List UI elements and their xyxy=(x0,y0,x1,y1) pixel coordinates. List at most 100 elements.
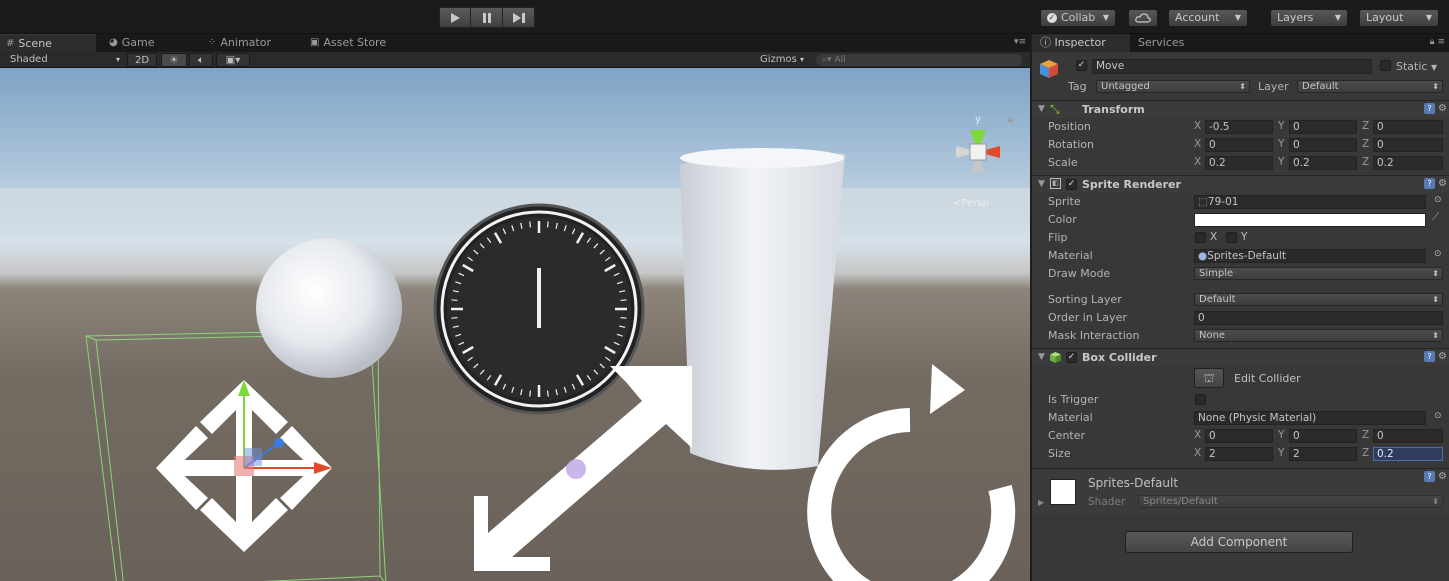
collider-material-row: Material None (Physic Material) ⊙ xyxy=(1032,409,1449,427)
collider-material-field[interactable]: None (Physic Material) xyxy=(1194,411,1426,425)
tag-dropdown[interactable]: Untagged ⬍ xyxy=(1096,80,1250,93)
transform-rotation-x-input[interactable]: 0 xyxy=(1205,138,1273,152)
transform-scale-y-input[interactable]: 0.2 xyxy=(1289,156,1357,170)
axis-y-label: Y xyxy=(1278,156,1285,168)
sprite-field[interactable]: ⬚79-01 xyxy=(1194,195,1426,209)
account-dropdown[interactable]: Account ▼ xyxy=(1168,9,1248,27)
help-icon[interactable]: ? xyxy=(1424,178,1436,189)
transform-position-row: Position X -0.5 Y 0 Z 0 xyxy=(1032,118,1449,136)
scene-viewport[interactable]: y <Persp 🔒︎ xyxy=(0,68,1030,581)
flip-x-checkbox[interactable] xyxy=(1195,232,1206,243)
transform-position-label: Position xyxy=(1048,120,1091,133)
sorting-layer-dropdown[interactable]: Default ⬍ xyxy=(1194,293,1443,306)
collider-center-z-input[interactable]: 0 xyxy=(1373,429,1443,443)
effects-dropdown[interactable]: ▣▾ xyxy=(216,53,250,67)
mask-interaction-dropdown[interactable]: None ⬍ xyxy=(1194,329,1443,342)
play-button[interactable] xyxy=(439,7,471,28)
gear-icon[interactable]: ⚙ xyxy=(1438,471,1447,482)
object-name-value: Move xyxy=(1096,60,1125,72)
scene-search-input[interactable]: ⌕▾ All xyxy=(816,54,1022,66)
rotate-arrow-sprite[interactable] xyxy=(807,364,1016,581)
help-icon[interactable]: ? xyxy=(1424,103,1436,114)
collab-dropdown[interactable]: ✓ Collab ▼ xyxy=(1040,9,1116,27)
box-collider-header[interactable]: ▼ ✓ Box Collider ? ⚙ xyxy=(1032,348,1449,366)
object-name-input[interactable]: Move xyxy=(1092,59,1372,74)
object-picker-icon[interactable]: ⊙ xyxy=(1434,249,1442,259)
sprite-material-row: Material ●Sprites-Default ⊙ xyxy=(1032,247,1449,265)
collider-size-y-input[interactable]: 2 xyxy=(1289,447,1357,461)
edit-bounds-icon: ⛫ xyxy=(1203,371,1215,385)
audio-toggle[interactable]: 🔈︎ xyxy=(189,53,213,67)
color-swatch[interactable] xyxy=(1194,213,1426,227)
tab-services[interactable]: Services xyxy=(1138,34,1218,52)
transform-header[interactable]: ▼ ⤡ Transform ? ⚙ xyxy=(1032,100,1449,118)
help-icon[interactable]: ? xyxy=(1424,471,1436,482)
shading-mode-dropdown[interactable]: Shaded ▾ xyxy=(10,53,120,67)
edit-collider-button[interactable]: ⛫ xyxy=(1194,368,1224,388)
transform-position-z-input[interactable]: 0 xyxy=(1373,120,1443,134)
tab-animator[interactable]: ⁘ Animator xyxy=(202,34,302,52)
toggle-2d-button[interactable]: 2D xyxy=(127,53,157,67)
info-icon: ⓘ xyxy=(1040,36,1055,49)
transform-rotation-y-input[interactable]: 0 xyxy=(1289,138,1357,152)
step-button[interactable] xyxy=(503,7,535,28)
pause-button[interactable] xyxy=(471,7,503,28)
sphere-object[interactable] xyxy=(256,238,402,378)
clock-sprite[interactable] xyxy=(433,203,645,415)
inspector-panel: ⓘ Inspector Services 🔒︎ ≡ ✓ Move Static … xyxy=(1032,34,1449,581)
transform-rotation-z-input[interactable]: 0 xyxy=(1373,138,1443,152)
sprite-material-field[interactable]: ●Sprites-Default xyxy=(1194,249,1426,263)
gear-icon[interactable]: ⚙ xyxy=(1438,103,1447,114)
persp-text: Persp xyxy=(961,198,989,209)
collider-size-z-input[interactable]: 0.2 xyxy=(1373,447,1443,461)
collider-center-y-input[interactable]: 0 xyxy=(1289,429,1357,443)
static-dropdown[interactable]: Static ▼ xyxy=(1396,60,1437,73)
static-checkbox[interactable] xyxy=(1380,60,1391,71)
help-icon[interactable]: ? xyxy=(1424,351,1436,362)
sprite-renderer-enabled-checkbox[interactable]: ✓ xyxy=(1066,179,1077,190)
sprite-renderer-header[interactable]: ▼ ◧ ✓ Sprite Renderer ? ⚙ xyxy=(1032,175,1449,193)
tab-asset-store[interactable]: ▣ Asset Store xyxy=(304,34,414,52)
transform-scale-z-input[interactable]: 0.2 xyxy=(1373,156,1443,170)
collider-size-x-input[interactable]: 2 xyxy=(1205,447,1273,461)
chevron-down-icon: ▼ xyxy=(1430,63,1438,72)
eyedropper-icon[interactable]: ⟋ xyxy=(1432,212,1439,223)
flip-y-checkbox[interactable] xyxy=(1226,232,1237,243)
tab-scene[interactable]: # Scene xyxy=(0,34,96,52)
gear-icon[interactable]: ⚙ xyxy=(1438,178,1447,189)
object-picker-icon[interactable]: ⊙ xyxy=(1434,195,1442,205)
box-collider-enabled-checkbox[interactable]: ✓ xyxy=(1066,352,1077,363)
inspector-menu-icon[interactable]: 🔒︎ ≡ xyxy=(1430,37,1445,47)
transform-scale-x-input[interactable]: 0.2 xyxy=(1205,156,1273,170)
persp-label[interactable]: <Persp xyxy=(953,198,989,209)
object-picker-icon[interactable]: ⊙ xyxy=(1434,411,1442,421)
is-trigger-checkbox[interactable] xyxy=(1195,394,1206,405)
layers-label: Layers xyxy=(1277,11,1314,24)
layers-dropdown[interactable]: Layers ▼ xyxy=(1270,9,1348,27)
active-checkbox[interactable]: ✓ xyxy=(1076,60,1087,71)
cloud-icon xyxy=(1135,13,1151,23)
gear-icon[interactable]: ⚙ xyxy=(1438,351,1447,362)
transform-scale-label: Scale xyxy=(1048,156,1078,169)
image-icon: ▣▾ xyxy=(225,55,241,66)
transform-position-y-input[interactable]: 0 xyxy=(1289,120,1357,134)
cloud-button[interactable] xyxy=(1128,9,1158,27)
tab-game[interactable]: ◕ Game xyxy=(103,34,199,52)
panel-menu-icon[interactable]: ▾≡ xyxy=(1014,37,1026,47)
tab-inspector[interactable]: ⓘ Inspector xyxy=(1032,34,1130,52)
collider-center-x-input[interactable]: 0 xyxy=(1205,429,1273,443)
lock-icon[interactable]: 🔒︎ xyxy=(1008,115,1013,125)
draw-mode-dropdown[interactable]: Simple ⬍ xyxy=(1194,267,1443,280)
shader-dropdown[interactable]: Sprites/Default ⬍ xyxy=(1138,495,1443,508)
layer-dropdown[interactable]: Default ⬍ xyxy=(1297,80,1443,93)
transform-position-x-input[interactable]: -0.5 xyxy=(1205,120,1273,134)
layout-dropdown[interactable]: Layout ▼ xyxy=(1359,9,1439,27)
fold-arrow-icon[interactable]: ▶ xyxy=(1038,498,1044,507)
gizmos-dropdown[interactable]: Gizmos ▾ xyxy=(760,53,804,67)
pivot-handle[interactable] xyxy=(566,459,586,479)
order-in-layer-input[interactable]: 0 xyxy=(1194,311,1443,325)
add-component-button[interactable]: Add Component xyxy=(1125,531,1353,553)
axis-y-label: Y xyxy=(1278,447,1285,459)
cylinder-object[interactable] xyxy=(680,148,845,470)
lighting-toggle[interactable]: ☀ xyxy=(161,53,187,67)
